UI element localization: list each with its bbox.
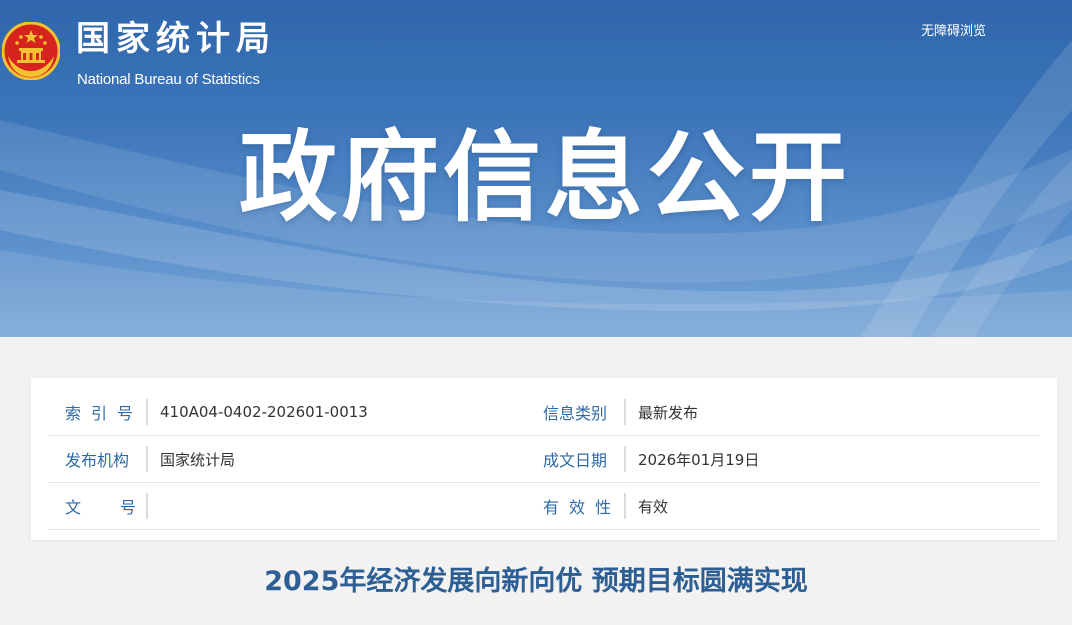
meta-row-doc-no: 文号	[48, 483, 526, 530]
meta-value-validity: 有效	[638, 497, 669, 516]
meta-label-date: 成文日期	[526, 446, 626, 472]
accessibility-link[interactable]: 无障碍浏览	[921, 23, 986, 41]
meta-row-category: 信息类别 最新发布	[526, 389, 1040, 436]
site-name-cn[interactable]: 国家统计局	[76, 18, 276, 60]
article-title: 2025年经济发展向新向优 预期目标圆满实现	[264, 566, 808, 597]
header-banner: 国家统计局 National Bureau of Statistics 无障碍浏…	[0, 0, 1072, 337]
meta-label-doc-no: 文号	[48, 493, 148, 519]
meta-row-validity: 有效性 有效	[526, 483, 1040, 530]
site-name-en[interactable]: National Bureau of Statistics	[77, 70, 260, 90]
banner-title: 政府信息公开	[238, 121, 851, 235]
meta-value-category: 最新发布	[638, 403, 699, 422]
meta-value-index: 410A04-0402-202601-0013	[160, 403, 368, 421]
meta-label-category: 信息类别	[526, 399, 626, 425]
meta-label-issuer: 发布机构	[48, 446, 148, 472]
document-meta-card: 索引号 410A04-0402-202601-0013 信息类别 最新发布 发布…	[31, 378, 1057, 540]
meta-value-issuer: 国家统计局	[160, 450, 236, 469]
national-emblem-icon	[2, 22, 60, 80]
meta-row-issuer: 发布机构 国家统计局	[48, 436, 526, 483]
meta-label-validity: 有效性	[526, 493, 626, 519]
meta-row-date: 成文日期 2026年01月19日	[526, 436, 1040, 483]
meta-label-index: 索引号	[48, 399, 148, 425]
meta-row-index: 索引号 410A04-0402-202601-0013	[48, 389, 526, 436]
meta-value-date: 2026年01月19日	[638, 450, 760, 469]
